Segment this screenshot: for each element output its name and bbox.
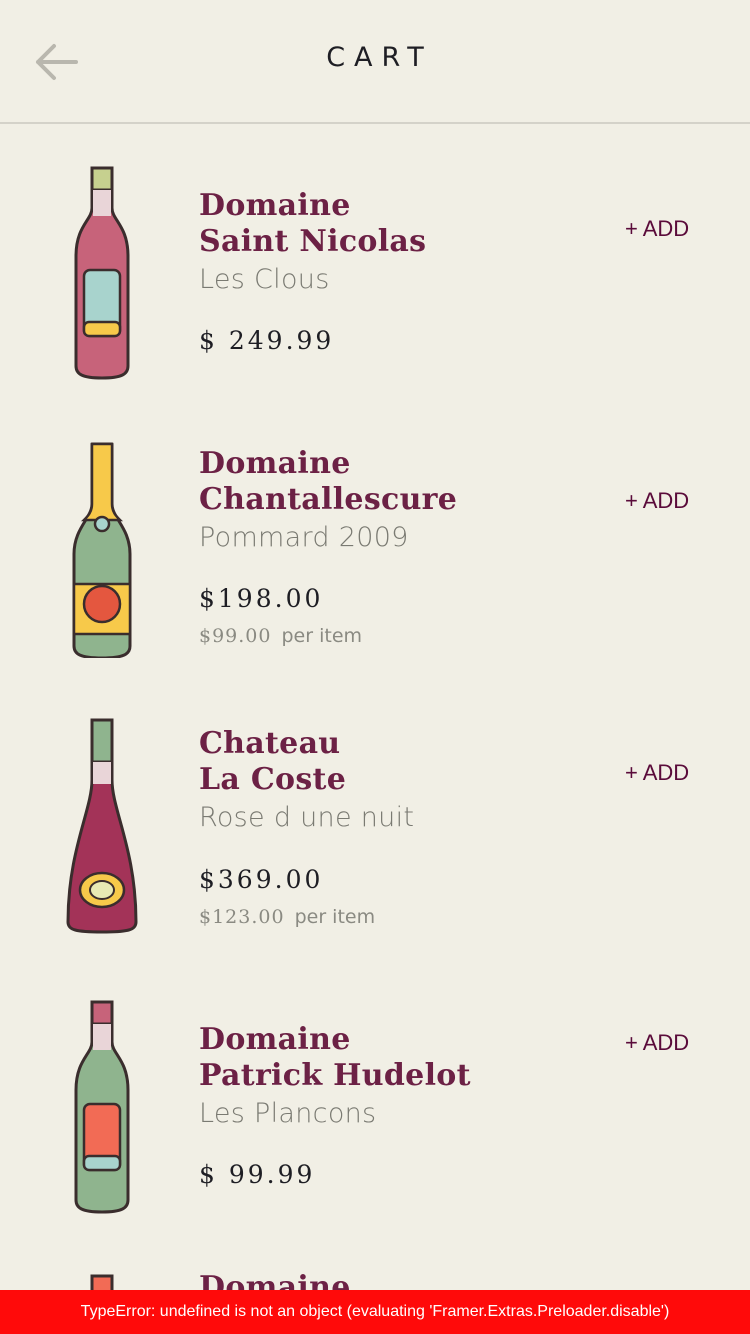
rose-wine-bottle-icon bbox=[56, 162, 148, 382]
cart-item: Domaine Saint Nicolas Les Clous $ 249.99… bbox=[0, 160, 750, 400]
cart-item: Domaine Patrick Hudelot Les Plancons $ 9… bbox=[0, 994, 750, 1234]
add-button[interactable]: + ADD bbox=[625, 760, 689, 786]
item-price: $ 249.99 bbox=[199, 326, 335, 355]
per-item-label: per item bbox=[281, 625, 363, 647]
unit-price-value: $123.00 bbox=[199, 906, 285, 928]
winery-name: Domaine Chantallescure bbox=[199, 446, 458, 517]
page-title: CART bbox=[326, 42, 433, 73]
unit-price: $123.00 per item bbox=[199, 906, 375, 929]
cart-item: Chateau La Coste Rose d une nuit $369.00… bbox=[0, 712, 750, 962]
add-button[interactable]: + ADD bbox=[625, 216, 689, 242]
cart-item: Domaine bbox=[0, 1268, 750, 1290]
wine-name: Les Plancons bbox=[199, 1098, 377, 1129]
winery-name: Chateau La Coste bbox=[199, 726, 347, 797]
wine-name: Pommard 2009 bbox=[199, 522, 409, 553]
error-banner: TypeError: undefined is not an object (e… bbox=[0, 1290, 750, 1334]
unit-price-value: $99.00 bbox=[199, 625, 272, 647]
header: CART bbox=[0, 0, 750, 124]
per-item-label: per item bbox=[294, 906, 376, 928]
winery-name: Domaine bbox=[199, 1270, 351, 1290]
add-button[interactable]: + ADD bbox=[625, 488, 689, 514]
red-wine-bottle-icon bbox=[56, 714, 148, 934]
item-price: $ 99.99 bbox=[199, 1160, 316, 1189]
wine-bottle-icon bbox=[56, 1270, 148, 1290]
wine-name: Rose d une nuit bbox=[199, 802, 415, 833]
cart-item: Domaine Chantallescure Pommard 2009 $198… bbox=[0, 436, 750, 686]
item-price: $369.00 bbox=[199, 865, 324, 894]
item-price: $198.00 bbox=[199, 584, 324, 613]
wine-name: Les Clous bbox=[199, 264, 330, 295]
winery-name: Domaine Saint Nicolas bbox=[199, 188, 427, 259]
winery-name: Domaine Patrick Hudelot bbox=[199, 1022, 471, 1093]
champagne-bottle-icon bbox=[56, 438, 148, 658]
unit-price: $99.00 per item bbox=[199, 625, 362, 648]
add-button[interactable]: + ADD bbox=[625, 1030, 689, 1056]
green-wine-bottle-icon bbox=[56, 996, 148, 1216]
